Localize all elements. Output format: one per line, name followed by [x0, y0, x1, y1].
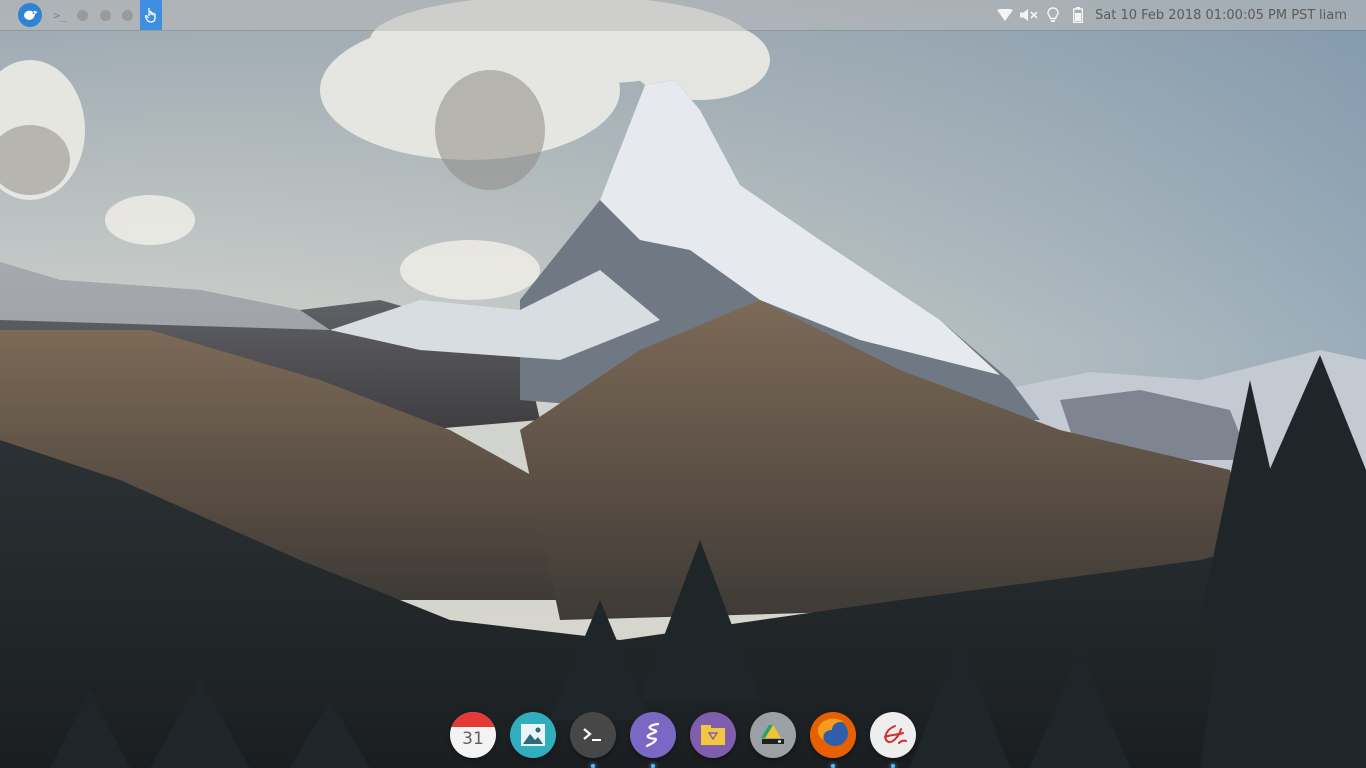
- running-indicator: [591, 764, 595, 768]
- calendar-app-icon[interactable]: 31: [450, 712, 496, 758]
- terminal-icon[interactable]: >_: [49, 0, 71, 30]
- running-indicator: [891, 764, 895, 768]
- touch-hand-button[interactable]: [140, 0, 162, 30]
- rebel-icon[interactable]: [97, 0, 113, 30]
- clock[interactable]: Sat 10 Feb 2018 01:00:05 PM PST: [1095, 0, 1315, 30]
- app-icon[interactable]: [74, 0, 90, 30]
- hand-pointer-icon: [144, 8, 156, 23]
- photos-app-icon[interactable]: [510, 712, 556, 758]
- bird-launcher-icon: [18, 3, 42, 27]
- running-indicator: [651, 764, 655, 768]
- terminal-app-icon[interactable]: [570, 712, 616, 758]
- user-menu[interactable]: liam: [1319, 0, 1347, 30]
- dock: 31: [446, 710, 920, 768]
- battery-icon[interactable]: [1070, 0, 1086, 30]
- archive-app-icon[interactable]: [690, 712, 736, 758]
- calendar-day: 31: [462, 729, 484, 749]
- globe-icon[interactable]: [119, 0, 135, 30]
- wifi-icon[interactable]: [996, 0, 1014, 30]
- volume-muted-icon[interactable]: [1018, 0, 1042, 30]
- top-panel: >_ Sat 10 Feb 2018 01:00:05 PM PST liam: [0, 0, 1366, 30]
- emacs-app-icon[interactable]: [630, 712, 676, 758]
- document-reader-app-icon[interactable]: [870, 712, 916, 758]
- app-launcher-button[interactable]: [17, 0, 43, 30]
- drive-app-icon[interactable]: [750, 712, 796, 758]
- lightbulb-icon[interactable]: [1045, 0, 1061, 30]
- desktop-wallpaper: [0, 0, 1366, 768]
- firefox-app-icon[interactable]: [810, 712, 856, 758]
- running-indicator: [831, 764, 835, 768]
